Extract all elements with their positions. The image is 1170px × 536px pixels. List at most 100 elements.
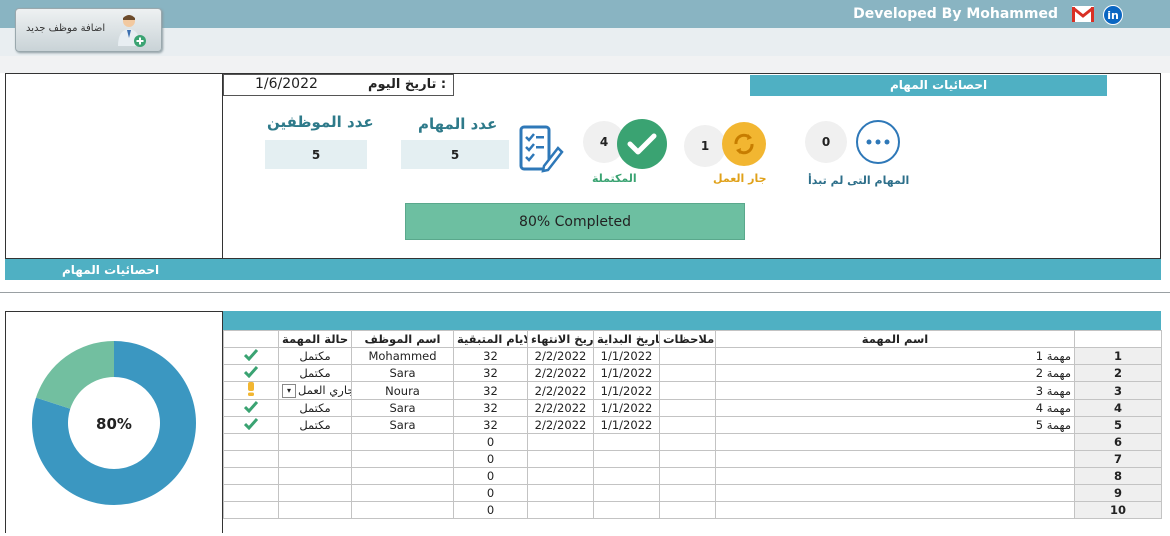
days-left-cell[interactable]: 32: [453, 381, 528, 400]
gmail-icon[interactable]: [1072, 6, 1094, 22]
end-date-cell[interactable]: 2/2/2022: [527, 416, 594, 434]
end-date-cell[interactable]: 2/2/2022: [527, 347, 594, 365]
days-left-cell[interactable]: 0: [453, 467, 528, 485]
table-row[interactable]: 07: [223, 450, 1162, 468]
start-date-cell[interactable]: 1/1/2022: [593, 364, 660, 382]
end-date-cell[interactable]: [527, 433, 594, 451]
notes-cell[interactable]: [659, 433, 716, 451]
table-row[interactable]: مكتمل Sara 32 2/2/2022 1/1/2022 مهمة 44: [223, 399, 1162, 417]
days-left-cell[interactable]: 0: [453, 450, 528, 468]
status-cell[interactable]: مكتمل: [278, 416, 352, 434]
notes-cell[interactable]: [659, 416, 716, 434]
notes-cell[interactable]: [659, 484, 716, 502]
notes-cell[interactable]: [659, 399, 716, 417]
status-icon-cell[interactable]: [223, 450, 279, 468]
status-icon-cell[interactable]: [223, 381, 279, 400]
employee-cell[interactable]: [351, 450, 454, 468]
status-cell[interactable]: [278, 484, 352, 502]
row-index-cell[interactable]: 4: [1074, 399, 1162, 417]
row-index-cell[interactable]: 6: [1074, 433, 1162, 451]
days-left-cell[interactable]: 32: [453, 416, 528, 434]
status-icon-cell[interactable]: [223, 501, 279, 519]
table-row[interactable]: مكتمل Mohammed 32 2/2/2022 1/1/2022 مهمة 11: [223, 347, 1162, 365]
start-date-cell[interactable]: [593, 433, 660, 451]
days-left-cell[interactable]: 0: [453, 484, 528, 502]
status-cell[interactable]: [278, 433, 352, 451]
status-cell[interactable]: مكتمل: [278, 399, 352, 417]
days-left-cell[interactable]: 32: [453, 364, 528, 382]
status-cell[interactable]: مكتمل: [278, 347, 352, 365]
employee-cell[interactable]: Sara: [351, 416, 454, 434]
status-cell[interactable]: [278, 501, 352, 519]
task-name-cell[interactable]: [715, 433, 1075, 451]
employee-cell[interactable]: [351, 501, 454, 519]
employee-cell[interactable]: Noura: [351, 381, 454, 400]
notes-cell[interactable]: [659, 347, 716, 365]
row-index-cell[interactable]: 9: [1074, 484, 1162, 502]
status-icon-cell[interactable]: [223, 399, 279, 417]
table-row[interactable]: 09: [223, 484, 1162, 502]
status-icon-cell[interactable]: [223, 416, 279, 434]
end-date-cell[interactable]: [527, 484, 594, 502]
task-name-cell[interactable]: [715, 484, 1075, 502]
row-index-cell[interactable]: 5: [1074, 416, 1162, 434]
table-row[interactable]: 08: [223, 467, 1162, 485]
start-date-cell[interactable]: 1/1/2022: [593, 416, 660, 434]
end-date-cell[interactable]: [527, 501, 594, 519]
task-name-cell[interactable]: [715, 501, 1075, 519]
row-index-cell[interactable]: 7: [1074, 450, 1162, 468]
start-date-cell[interactable]: [593, 450, 660, 468]
start-date-cell[interactable]: 1/1/2022: [593, 399, 660, 417]
row-index-cell[interactable]: 8: [1074, 467, 1162, 485]
status-cell[interactable]: [278, 467, 352, 485]
days-left-cell[interactable]: 0: [453, 433, 528, 451]
employee-cell[interactable]: Mohammed: [351, 347, 454, 365]
status-icon-cell[interactable]: [223, 347, 279, 365]
notes-cell[interactable]: [659, 450, 716, 468]
notes-cell[interactable]: [659, 364, 716, 382]
linkedin-icon[interactable]: in: [1103, 5, 1123, 25]
task-name-cell[interactable]: مهمة 3: [715, 381, 1075, 400]
employee-cell[interactable]: [351, 433, 454, 451]
start-date-cell[interactable]: [593, 484, 660, 502]
end-date-cell[interactable]: [527, 450, 594, 468]
start-date-cell[interactable]: 1/1/2022: [593, 347, 660, 365]
end-date-cell[interactable]: 2/2/2022: [527, 381, 594, 400]
employee-cell[interactable]: Sara: [351, 364, 454, 382]
status-icon-cell[interactable]: [223, 467, 279, 485]
start-date-cell[interactable]: [593, 501, 660, 519]
task-name-cell[interactable]: مهمة 5: [715, 416, 1075, 434]
row-index-cell[interactable]: 2: [1074, 364, 1162, 382]
status-cell[interactable]: [278, 450, 352, 468]
start-date-cell[interactable]: [593, 467, 660, 485]
notes-cell[interactable]: [659, 467, 716, 485]
employee-cell[interactable]: [351, 467, 454, 485]
table-row[interactable]: 06: [223, 433, 1162, 451]
status-cell[interactable]: ▾ جاري العمل: [278, 381, 352, 400]
days-left-cell[interactable]: 32: [453, 399, 528, 417]
task-name-cell[interactable]: [715, 467, 1075, 485]
status-icon-cell[interactable]: [223, 433, 279, 451]
table-row[interactable]: ▾ جاري العمل Noura 32 2/2/2022 1/1/2022 مهمة 3…: [223, 381, 1162, 400]
status-icon-cell[interactable]: [223, 364, 279, 382]
task-name-cell[interactable]: مهمة 2: [715, 364, 1075, 382]
add-employee-button[interactable]: اضافة موظف جديد: [15, 8, 162, 52]
end-date-cell[interactable]: 2/2/2022: [527, 399, 594, 417]
notes-cell[interactable]: [659, 381, 716, 400]
dropdown-arrow-icon[interactable]: ▾: [282, 383, 296, 398]
row-index-cell[interactable]: 3: [1074, 381, 1162, 400]
task-name-cell[interactable]: مهمة 1: [715, 347, 1075, 365]
row-index-cell[interactable]: 1: [1074, 347, 1162, 365]
table-row[interactable]: مكتمل Sara 32 2/2/2022 1/1/2022 مهمة 55: [223, 416, 1162, 434]
days-left-cell[interactable]: 32: [453, 347, 528, 365]
row-index-cell[interactable]: 10: [1074, 501, 1162, 519]
notes-cell[interactable]: [659, 501, 716, 519]
employee-cell[interactable]: Sara: [351, 399, 454, 417]
status-cell[interactable]: مكتمل: [278, 364, 352, 382]
days-left-cell[interactable]: 0: [453, 501, 528, 519]
status-icon-cell[interactable]: [223, 484, 279, 502]
table-row[interactable]: 0 10: [223, 501, 1162, 519]
table-row[interactable]: مكتمل Sara 32 2/2/2022 1/1/2022 مهمة 22: [223, 364, 1162, 382]
end-date-cell[interactable]: 2/2/2022: [527, 364, 594, 382]
start-date-cell[interactable]: 1/1/2022: [593, 381, 660, 400]
